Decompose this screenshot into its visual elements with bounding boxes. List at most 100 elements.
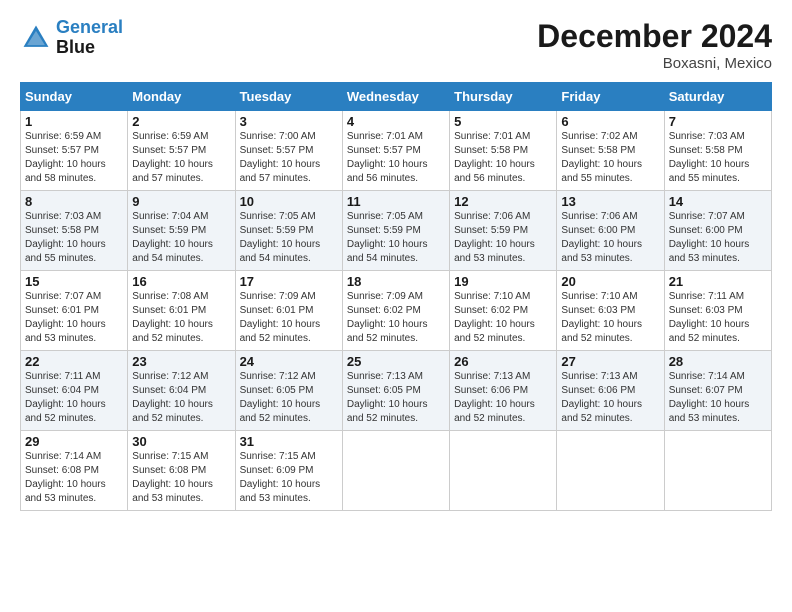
day-number: 10 — [240, 194, 338, 209]
page-header: GeneralBlue December 2024 Boxasni, Mexic… — [20, 18, 772, 72]
logo-text: GeneralBlue — [56, 18, 123, 58]
day-cell: 21 Sunrise: 7:11 AM Sunset: 6:03 PM Dayl… — [664, 271, 771, 351]
day-number: 17 — [240, 274, 338, 289]
week-row-5: 29 Sunrise: 7:14 AM Sunset: 6:08 PM Dayl… — [21, 431, 772, 511]
day-cell: 5 Sunrise: 7:01 AM Sunset: 5:58 PM Dayli… — [450, 111, 557, 191]
day-number: 14 — [669, 194, 767, 209]
day-detail: Sunrise: 7:13 AM Sunset: 6:05 PM Dayligh… — [347, 370, 445, 426]
day-cell: 28 Sunrise: 7:14 AM Sunset: 6:07 PM Dayl… — [664, 351, 771, 431]
day-cell: 19 Sunrise: 7:10 AM Sunset: 6:02 PM Dayl… — [450, 271, 557, 351]
day-number: 30 — [132, 434, 230, 449]
day-cell: 15 Sunrise: 7:07 AM Sunset: 6:01 PM Dayl… — [21, 271, 128, 351]
header-cell-tuesday: Tuesday — [235, 83, 342, 111]
page-container: GeneralBlue December 2024 Boxasni, Mexic… — [0, 0, 792, 521]
day-number: 19 — [454, 274, 552, 289]
day-cell: 17 Sunrise: 7:09 AM Sunset: 6:01 PM Dayl… — [235, 271, 342, 351]
day-cell: 2 Sunrise: 6:59 AM Sunset: 5:57 PM Dayli… — [128, 111, 235, 191]
day-detail: Sunrise: 7:03 AM Sunset: 5:58 PM Dayligh… — [669, 130, 767, 186]
day-detail: Sunrise: 7:01 AM Sunset: 5:57 PM Dayligh… — [347, 130, 445, 186]
day-detail: Sunrise: 7:09 AM Sunset: 6:02 PM Dayligh… — [347, 290, 445, 346]
day-cell: 14 Sunrise: 7:07 AM Sunset: 6:00 PM Dayl… — [664, 191, 771, 271]
day-cell: 30 Sunrise: 7:15 AM Sunset: 6:08 PM Dayl… — [128, 431, 235, 511]
day-number: 2 — [132, 114, 230, 129]
week-row-2: 8 Sunrise: 7:03 AM Sunset: 5:58 PM Dayli… — [21, 191, 772, 271]
day-number: 27 — [561, 354, 659, 369]
day-cell: 8 Sunrise: 7:03 AM Sunset: 5:58 PM Dayli… — [21, 191, 128, 271]
day-detail: Sunrise: 7:07 AM Sunset: 6:01 PM Dayligh… — [25, 290, 123, 346]
day-number: 29 — [25, 434, 123, 449]
day-cell: 24 Sunrise: 7:12 AM Sunset: 6:05 PM Dayl… — [235, 351, 342, 431]
day-number: 26 — [454, 354, 552, 369]
header-cell-saturday: Saturday — [664, 83, 771, 111]
day-detail: Sunrise: 7:06 AM Sunset: 6:00 PM Dayligh… — [561, 210, 659, 266]
day-detail: Sunrise: 7:10 AM Sunset: 6:02 PM Dayligh… — [454, 290, 552, 346]
day-cell — [664, 431, 771, 511]
day-number: 25 — [347, 354, 445, 369]
day-detail: Sunrise: 7:15 AM Sunset: 6:08 PM Dayligh… — [132, 450, 230, 506]
month-title: December 2024 — [537, 18, 772, 55]
day-detail: Sunrise: 7:14 AM Sunset: 6:08 PM Dayligh… — [25, 450, 123, 506]
day-number: 15 — [25, 274, 123, 289]
day-number: 24 — [240, 354, 338, 369]
day-cell: 6 Sunrise: 7:02 AM Sunset: 5:58 PM Dayli… — [557, 111, 664, 191]
day-cell: 26 Sunrise: 7:13 AM Sunset: 6:06 PM Dayl… — [450, 351, 557, 431]
day-number: 7 — [669, 114, 767, 129]
day-detail: Sunrise: 7:01 AM Sunset: 5:58 PM Dayligh… — [454, 130, 552, 186]
day-cell: 13 Sunrise: 7:06 AM Sunset: 6:00 PM Dayl… — [557, 191, 664, 271]
day-number: 3 — [240, 114, 338, 129]
logo: GeneralBlue — [20, 18, 123, 58]
day-detail: Sunrise: 7:03 AM Sunset: 5:58 PM Dayligh… — [25, 210, 123, 266]
day-detail: Sunrise: 7:13 AM Sunset: 6:06 PM Dayligh… — [561, 370, 659, 426]
logo-icon — [20, 22, 52, 54]
day-cell — [342, 431, 449, 511]
day-cell: 12 Sunrise: 7:06 AM Sunset: 5:59 PM Dayl… — [450, 191, 557, 271]
day-detail: Sunrise: 7:04 AM Sunset: 5:59 PM Dayligh… — [132, 210, 230, 266]
day-cell: 22 Sunrise: 7:11 AM Sunset: 6:04 PM Dayl… — [21, 351, 128, 431]
header-cell-wednesday: Wednesday — [342, 83, 449, 111]
day-detail: Sunrise: 7:07 AM Sunset: 6:00 PM Dayligh… — [669, 210, 767, 266]
day-number: 31 — [240, 434, 338, 449]
day-cell: 18 Sunrise: 7:09 AM Sunset: 6:02 PM Dayl… — [342, 271, 449, 351]
day-detail: Sunrise: 7:09 AM Sunset: 6:01 PM Dayligh… — [240, 290, 338, 346]
day-number: 28 — [669, 354, 767, 369]
day-number: 21 — [669, 274, 767, 289]
day-detail: Sunrise: 7:05 AM Sunset: 5:59 PM Dayligh… — [347, 210, 445, 266]
day-detail: Sunrise: 7:06 AM Sunset: 5:59 PM Dayligh… — [454, 210, 552, 266]
day-detail: Sunrise: 7:08 AM Sunset: 6:01 PM Dayligh… — [132, 290, 230, 346]
day-detail: Sunrise: 7:02 AM Sunset: 5:58 PM Dayligh… — [561, 130, 659, 186]
day-detail: Sunrise: 6:59 AM Sunset: 5:57 PM Dayligh… — [132, 130, 230, 186]
day-number: 9 — [132, 194, 230, 209]
day-detail: Sunrise: 7:14 AM Sunset: 6:07 PM Dayligh… — [669, 370, 767, 426]
day-cell: 11 Sunrise: 7:05 AM Sunset: 5:59 PM Dayl… — [342, 191, 449, 271]
day-cell — [557, 431, 664, 511]
day-number: 22 — [25, 354, 123, 369]
day-cell: 23 Sunrise: 7:12 AM Sunset: 6:04 PM Dayl… — [128, 351, 235, 431]
day-number: 8 — [25, 194, 123, 209]
day-detail: Sunrise: 7:11 AM Sunset: 6:04 PM Dayligh… — [25, 370, 123, 426]
day-number: 11 — [347, 194, 445, 209]
day-cell: 7 Sunrise: 7:03 AM Sunset: 5:58 PM Dayli… — [664, 111, 771, 191]
day-number: 12 — [454, 194, 552, 209]
week-row-4: 22 Sunrise: 7:11 AM Sunset: 6:04 PM Dayl… — [21, 351, 772, 431]
day-cell: 25 Sunrise: 7:13 AM Sunset: 6:05 PM Dayl… — [342, 351, 449, 431]
day-cell: 10 Sunrise: 7:05 AM Sunset: 5:59 PM Dayl… — [235, 191, 342, 271]
header-row: SundayMondayTuesdayWednesdayThursdayFrid… — [21, 83, 772, 111]
week-row-1: 1 Sunrise: 6:59 AM Sunset: 5:57 PM Dayli… — [21, 111, 772, 191]
day-detail: Sunrise: 7:11 AM Sunset: 6:03 PM Dayligh… — [669, 290, 767, 346]
day-number: 18 — [347, 274, 445, 289]
day-cell: 16 Sunrise: 7:08 AM Sunset: 6:01 PM Dayl… — [128, 271, 235, 351]
day-number: 16 — [132, 274, 230, 289]
title-block: December 2024 Boxasni, Mexico — [537, 18, 772, 72]
day-cell: 20 Sunrise: 7:10 AM Sunset: 6:03 PM Dayl… — [557, 271, 664, 351]
day-detail: Sunrise: 7:10 AM Sunset: 6:03 PM Dayligh… — [561, 290, 659, 346]
calendar-table: SundayMondayTuesdayWednesdayThursdayFrid… — [20, 82, 772, 511]
day-detail: Sunrise: 7:15 AM Sunset: 6:09 PM Dayligh… — [240, 450, 338, 506]
week-row-3: 15 Sunrise: 7:07 AM Sunset: 6:01 PM Dayl… — [21, 271, 772, 351]
day-cell: 31 Sunrise: 7:15 AM Sunset: 6:09 PM Dayl… — [235, 431, 342, 511]
day-detail: Sunrise: 6:59 AM Sunset: 5:57 PM Dayligh… — [25, 130, 123, 186]
day-number: 20 — [561, 274, 659, 289]
day-cell: 29 Sunrise: 7:14 AM Sunset: 6:08 PM Dayl… — [21, 431, 128, 511]
location: Boxasni, Mexico — [537, 55, 772, 72]
day-detail: Sunrise: 7:12 AM Sunset: 6:05 PM Dayligh… — [240, 370, 338, 426]
day-cell: 3 Sunrise: 7:00 AM Sunset: 5:57 PM Dayli… — [235, 111, 342, 191]
